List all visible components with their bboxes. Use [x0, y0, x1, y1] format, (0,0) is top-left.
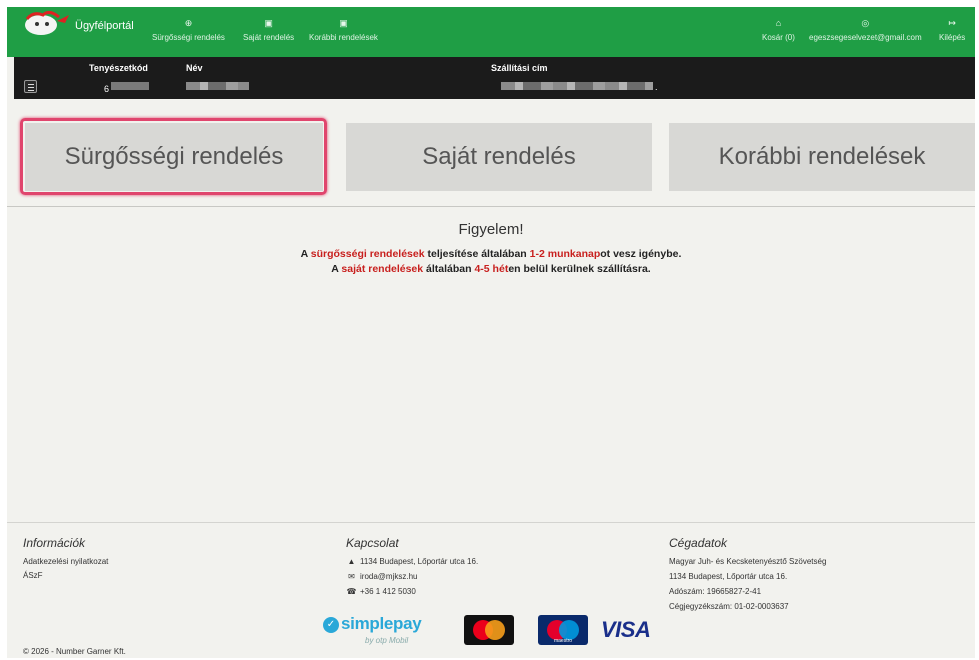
own-order-button[interactable]: Saját rendelés	[346, 123, 652, 191]
nav-previous-orders[interactable]: ▣ Korábbi rendelések	[309, 17, 378, 42]
previous-orders-button[interactable]: Korábbi rendelések	[669, 123, 975, 191]
company-address: 1134 Budapest, Lőportár utca 16.	[669, 572, 788, 581]
farm-code-heading: Tenyészetkód	[89, 63, 148, 73]
maestro-logo: maestro	[538, 615, 588, 645]
logout-icon: ↦	[948, 18, 956, 28]
document-icon: ▣	[339, 18, 348, 28]
envelope-icon: ✉	[348, 572, 355, 581]
highlight-urgent-orders: sürgősségi rendelések	[310, 248, 425, 260]
company-name: Magyar Juh- és Kecsketenyésztő Szövetség	[669, 557, 827, 566]
contact-address: ▲ 1134 Budapest, Lőportár utca 16.	[347, 557, 479, 566]
simplepay-logo[interactable]: ✓ simplepay by otp Mobil	[323, 613, 422, 649]
highlight-workdays: 1-2 munkanap	[529, 248, 601, 260]
nav-user-email[interactable]: ◎ egeszsegeselvezet@gmail.com	[809, 17, 922, 42]
divider	[7, 206, 975, 207]
visa-logo: VISA	[601, 617, 651, 642]
simplepay-icon: ✓	[323, 617, 339, 633]
copyright: © 2026 - Number Garner Kft.	[23, 647, 126, 656]
address-tail: .	[655, 82, 658, 92]
farm-code-value: 6	[104, 84, 110, 94]
name-heading: Név	[186, 63, 203, 73]
notice-line-own: A saját rendelések általában 4-5 héten b…	[331, 263, 651, 275]
basket-icon: ⌂	[775, 18, 782, 28]
company-title: Cégadatok	[669, 536, 728, 550]
customer-info-bar: Tenyészetkód 6 Név Szállítási cím .	[14, 57, 975, 99]
privacy-link[interactable]: Adatkezelési nyilatkozat	[23, 557, 108, 566]
redacted-farm-code	[111, 82, 149, 90]
contact-email[interactable]: ✉ iroda@mjksz.hu	[346, 572, 417, 581]
nav-urgent-order[interactable]: ⊕ Sürgősségi rendelés	[152, 17, 225, 42]
home-icon: ▲	[347, 557, 356, 566]
terms-link[interactable]: ÁSzF	[23, 571, 43, 580]
redacted-address	[501, 82, 653, 90]
document-icon: ▣	[264, 18, 273, 28]
nav-cart[interactable]: ⌂ Kosár (0)	[762, 17, 795, 42]
highlight-own-orders: saját rendelések	[341, 263, 424, 275]
phone-icon: ☎	[346, 587, 357, 596]
user-icon: ◎	[861, 18, 870, 28]
logo-icon[interactable]	[19, 9, 79, 39]
contact-title: Kapcsolat	[346, 536, 399, 550]
highlight-weeks: 4-5 hét	[474, 263, 509, 275]
footer-divider	[7, 522, 975, 523]
top-navbar: Ügyfélportál ⊕ Sürgősségi rendelés ▣ Saj…	[7, 7, 975, 57]
redacted-name	[186, 82, 249, 90]
notice-line-urgent: A sürgősségi rendelések teljesítése álta…	[300, 248, 682, 260]
brand-title[interactable]: Ügyfélportál	[75, 20, 134, 32]
info-title: Információk	[23, 536, 86, 550]
selection-highlight	[20, 118, 327, 195]
company-tax-number: Adószám: 19665827-2-41	[669, 587, 762, 596]
company-registry-number: Cégjegyzékszám: 01-02-0003637	[669, 602, 789, 611]
notice-title: Figyelem!	[458, 221, 524, 238]
cart-icon: ⊕	[184, 18, 193, 28]
contact-phone[interactable]: ☎ +36 1 412 5030	[346, 587, 416, 596]
mastercard-logo	[464, 615, 514, 645]
page: Ügyfélportál ⊕ Sürgősségi rendelés ▣ Saj…	[7, 7, 975, 658]
shipping-address-heading: Szállítási cím	[491, 63, 548, 73]
nav-logout[interactable]: ↦ Kilépés	[939, 17, 965, 42]
menu-toggle-button[interactable]	[24, 80, 37, 93]
nav-own-order[interactable]: ▣ Saját rendelés	[243, 17, 294, 42]
